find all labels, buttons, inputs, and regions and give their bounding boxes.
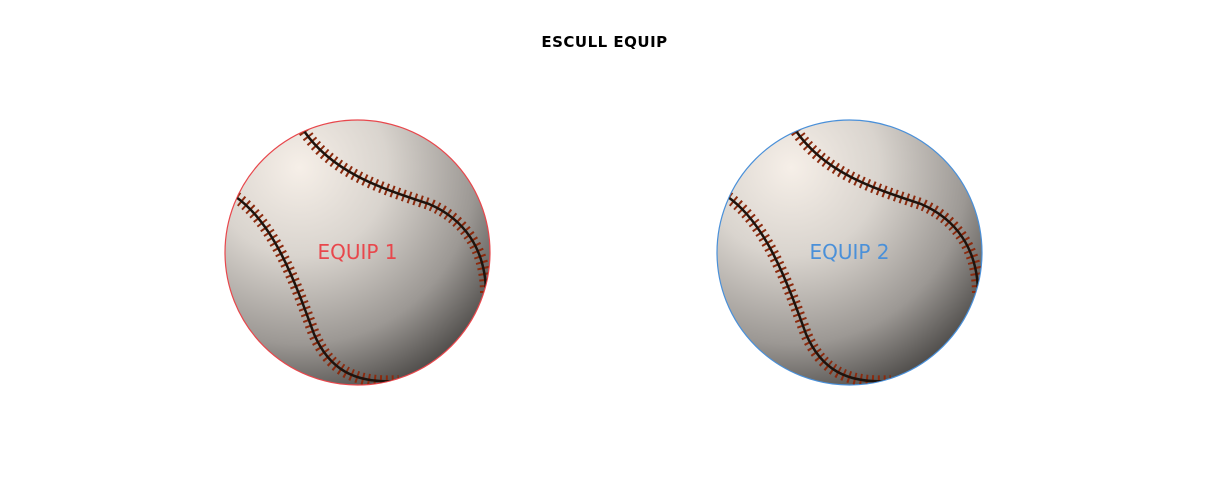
team-1-button[interactable]: EQUIP 1	[224, 119, 491, 386]
page-title: ESCULL EQUIP	[541, 33, 668, 51]
team-2-button[interactable]: EQUIP 2	[716, 119, 983, 386]
baseball-icon: EQUIP 1	[224, 119, 491, 386]
team-1-label: EQUIP 1	[317, 240, 397, 264]
team-2-label: EQUIP 2	[809, 240, 889, 264]
baseball-icon: EQUIP 2	[716, 119, 983, 386]
